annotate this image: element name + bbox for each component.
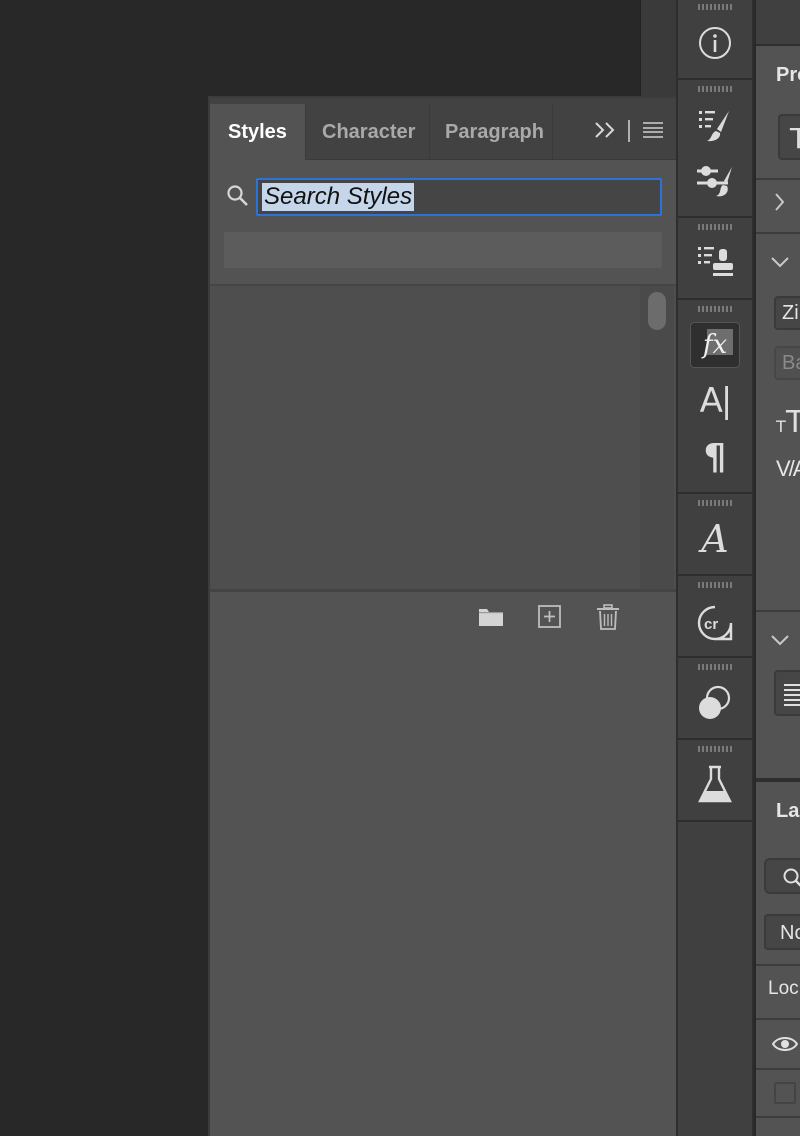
brush-settings-icon[interactable] bbox=[690, 158, 740, 204]
layer-visibility-checkbox[interactable] bbox=[774, 1082, 796, 1104]
dock-group-libraries: cr bbox=[678, 576, 752, 658]
glyphs-icon[interactable]: A bbox=[690, 516, 740, 562]
paragraph-glyph: ¶ bbox=[703, 436, 727, 478]
search-input-value: Search Styles bbox=[262, 183, 415, 211]
dock-group-brushes bbox=[678, 80, 752, 218]
drag-grip[interactable] bbox=[698, 746, 734, 752]
chevron-down-icon[interactable] bbox=[770, 634, 790, 653]
cr-glyph: cr bbox=[704, 616, 718, 633]
kerning-label: V/A bbox=[776, 456, 800, 481]
tab-divider bbox=[628, 120, 630, 142]
styles-fx-icon[interactable]: fx bbox=[690, 322, 740, 368]
type-tool-button[interactable]: T bbox=[778, 114, 800, 160]
tab-styles[interactable]: Styles bbox=[210, 104, 306, 160]
drag-grip[interactable] bbox=[698, 582, 734, 588]
drag-grip[interactable] bbox=[698, 500, 734, 506]
new-group-folder-icon[interactable] bbox=[478, 604, 504, 630]
info-icon[interactable] bbox=[690, 20, 740, 66]
tab-paragraph[interactable]: Paragraph bbox=[431, 104, 553, 160]
layers-title: La bbox=[776, 800, 800, 822]
svg-text:T: T bbox=[776, 417, 786, 436]
adjustments-icon[interactable] bbox=[690, 680, 740, 726]
font-family-value: Zi bbox=[782, 302, 799, 324]
font-style-value: Ba bbox=[782, 352, 800, 374]
scrollbar-track[interactable] bbox=[640, 286, 674, 589]
document-edge bbox=[640, 0, 676, 96]
panel-menu-icon[interactable] bbox=[642, 120, 664, 140]
labs-icon[interactable] bbox=[690, 762, 740, 808]
drag-grip[interactable] bbox=[698, 4, 734, 10]
align-left-button[interactable] bbox=[774, 670, 800, 716]
svg-text:T: T bbox=[785, 405, 800, 438]
styles-panel: Styles Character Paragraph Search Styles bbox=[208, 96, 676, 1136]
divider bbox=[756, 1068, 800, 1070]
styles-list[interactable] bbox=[210, 284, 676, 592]
search-icon bbox=[783, 868, 800, 887]
divider bbox=[756, 178, 800, 180]
eye-icon[interactable] bbox=[771, 1034, 799, 1059]
fx-glyph: fx bbox=[702, 330, 728, 360]
styles-filter-bar[interactable] bbox=[224, 232, 662, 268]
drag-grip[interactable] bbox=[698, 224, 734, 230]
right-panel-header bbox=[756, 0, 800, 46]
divider bbox=[756, 232, 800, 234]
delete-icon[interactable] bbox=[595, 604, 621, 630]
align-left-icon bbox=[784, 684, 800, 706]
drag-grip[interactable] bbox=[698, 664, 734, 670]
dock-group-glyphs: A bbox=[678, 494, 752, 576]
brushes-icon[interactable] bbox=[690, 102, 740, 148]
glyphs-glyph: A bbox=[701, 517, 729, 561]
dock-group-type: fx A| ¶ bbox=[678, 300, 752, 494]
scrollbar-thumb[interactable] bbox=[648, 292, 666, 330]
panel-tab-bar: Styles Character Paragraph bbox=[210, 98, 676, 160]
properties-title: Pro bbox=[776, 64, 800, 86]
divider bbox=[756, 610, 800, 612]
layer-filter-field[interactable] bbox=[764, 858, 800, 894]
tab-character[interactable]: Character bbox=[308, 104, 430, 160]
libraries-icon[interactable]: cr bbox=[690, 600, 740, 646]
dock-group-clone bbox=[678, 218, 752, 300]
chevron-right-icon[interactable] bbox=[774, 192, 786, 217]
blend-mode-value: No bbox=[780, 922, 800, 944]
tabs-overflow-icon[interactable] bbox=[592, 118, 620, 142]
properties-layers-panel: Pro T Zi Ba TT V/A La bbox=[756, 0, 800, 1136]
character-icon[interactable]: A| bbox=[690, 378, 740, 424]
search-icon bbox=[226, 184, 250, 208]
lock-label: Loc bbox=[768, 978, 799, 999]
blend-mode-select[interactable]: No bbox=[764, 914, 800, 950]
divider bbox=[756, 964, 800, 966]
font-size-icon: TT bbox=[775, 404, 800, 443]
drag-grip[interactable] bbox=[698, 86, 734, 92]
divider bbox=[756, 1116, 800, 1118]
dock-group-info bbox=[678, 0, 752, 80]
type-tool-icon: T bbox=[790, 122, 800, 155]
divider bbox=[756, 1018, 800, 1020]
divider bbox=[756, 778, 800, 782]
dock-group-adjustments bbox=[678, 658, 752, 740]
dock-group-labs bbox=[678, 740, 752, 822]
new-style-icon[interactable] bbox=[537, 604, 563, 630]
panel-icon-dock: fx A| ¶ A cr bbox=[676, 0, 754, 1136]
character-glyph: A| bbox=[699, 381, 733, 421]
chevron-down-icon[interactable] bbox=[770, 256, 790, 275]
font-style-field[interactable]: Ba bbox=[774, 346, 800, 380]
font-family-field[interactable]: Zi bbox=[774, 296, 800, 330]
photoshop-workspace: Styles Character Paragraph Search Styles bbox=[0, 0, 800, 1136]
search-styles-input[interactable]: Search Styles bbox=[256, 178, 662, 216]
clone-source-icon[interactable] bbox=[690, 238, 740, 284]
paragraph-icon[interactable]: ¶ bbox=[690, 434, 740, 480]
drag-grip[interactable] bbox=[698, 306, 734, 312]
